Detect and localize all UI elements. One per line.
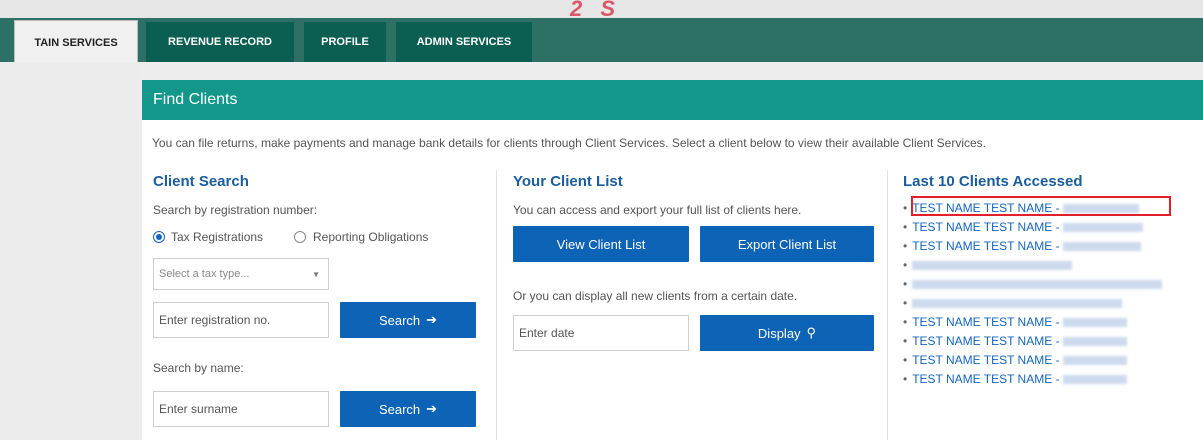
display-button[interactable]: Display ⚲ bbox=[700, 315, 874, 351]
recent-client-link[interactable]: • bbox=[903, 258, 1073, 272]
radio-reporting-obligations-label[interactable]: Reporting Obligations bbox=[313, 230, 428, 244]
recent-client-name: TEST NAME TEST NAME - bbox=[912, 220, 1060, 234]
date-input[interactable]: Enter date bbox=[513, 315, 689, 351]
recent-client-link[interactable]: • bbox=[903, 277, 1163, 291]
intro-text: You can file returns, make payments and … bbox=[152, 136, 986, 150]
highlight-box bbox=[911, 196, 1171, 216]
recent-client-link[interactable]: • TEST NAME TEST NAME - bbox=[903, 372, 1127, 386]
tab-admin-services[interactable]: ADMIN SERVICES bbox=[396, 22, 532, 62]
client-search-title: Client Search bbox=[153, 173, 249, 190]
arrow-right-icon: ➔ bbox=[426, 312, 438, 327]
search-name-button[interactable]: Search ➔ bbox=[340, 391, 476, 427]
search-registration-button[interactable]: Search ➔ bbox=[340, 302, 476, 338]
view-client-list-button[interactable]: View Client List bbox=[513, 226, 689, 262]
column-divider bbox=[496, 170, 497, 440]
watermark: 2 S bbox=[570, 0, 622, 21]
recent-client-link[interactable]: • bbox=[903, 296, 1123, 310]
recent-client-name: TEST NAME TEST NAME - bbox=[912, 239, 1060, 253]
radio-tax-registrations[interactable] bbox=[153, 231, 165, 243]
client-list-description: You can access and export your full list… bbox=[513, 203, 802, 217]
search-icon: ⚲ bbox=[806, 325, 817, 340]
radio-tax-registrations-label[interactable]: Tax Registrations bbox=[171, 230, 263, 244]
radio-reporting-obligations[interactable] bbox=[294, 231, 306, 243]
column-divider bbox=[887, 170, 888, 440]
recent-clients-title: Last 10 Clients Accessed bbox=[903, 173, 1083, 190]
search-registration-button-label: Search bbox=[378, 312, 421, 328]
registration-number-input[interactable]: Enter registration no. bbox=[153, 302, 329, 338]
recent-client-link[interactable]: • TEST NAME TEST NAME - bbox=[903, 239, 1141, 253]
recent-client-name: TEST NAME TEST NAME - bbox=[912, 353, 1060, 367]
recent-client-name: TEST NAME TEST NAME - bbox=[912, 315, 1060, 329]
recent-client-name: TEST NAME TEST NAME - bbox=[912, 372, 1060, 386]
recent-client-link[interactable]: • TEST NAME TEST NAME - bbox=[903, 353, 1127, 367]
search-by-reg-label: Search by registration number: bbox=[153, 203, 318, 217]
recent-client-name: TEST NAME TEST NAME - bbox=[912, 334, 1060, 348]
recent-client-link[interactable]: • TEST NAME TEST NAME - bbox=[903, 334, 1127, 348]
client-list-title: Your Client List bbox=[513, 173, 623, 190]
tax-type-select[interactable]: Select a tax type... ▼ bbox=[153, 258, 329, 290]
export-client-list-button[interactable]: Export Client List bbox=[700, 226, 874, 262]
tab-tain-services[interactable]: TAIN SERVICES bbox=[14, 20, 138, 64]
tax-type-select-value: Select a tax type... bbox=[159, 268, 250, 280]
surname-input[interactable]: Enter surname bbox=[153, 391, 329, 427]
panel-title: Find Clients bbox=[142, 80, 1203, 120]
display-button-label: Display bbox=[757, 325, 801, 341]
search-by-name-label: Search by name: bbox=[153, 361, 244, 375]
tab-revenue-record[interactable]: REVENUE RECORD bbox=[146, 22, 294, 62]
recent-client-link[interactable]: • TEST NAME TEST NAME - bbox=[903, 315, 1127, 329]
tab-profile[interactable]: PROFILE bbox=[304, 22, 386, 62]
chevron-down-icon: ▼ bbox=[312, 269, 320, 279]
sidebar bbox=[0, 62, 138, 440]
arrow-right-icon: ➔ bbox=[426, 401, 438, 416]
display-date-description: Or you can display all new clients from … bbox=[513, 289, 798, 303]
recent-client-link[interactable]: • TEST NAME TEST NAME - bbox=[903, 220, 1143, 234]
search-name-button-label: Search bbox=[378, 401, 421, 417]
